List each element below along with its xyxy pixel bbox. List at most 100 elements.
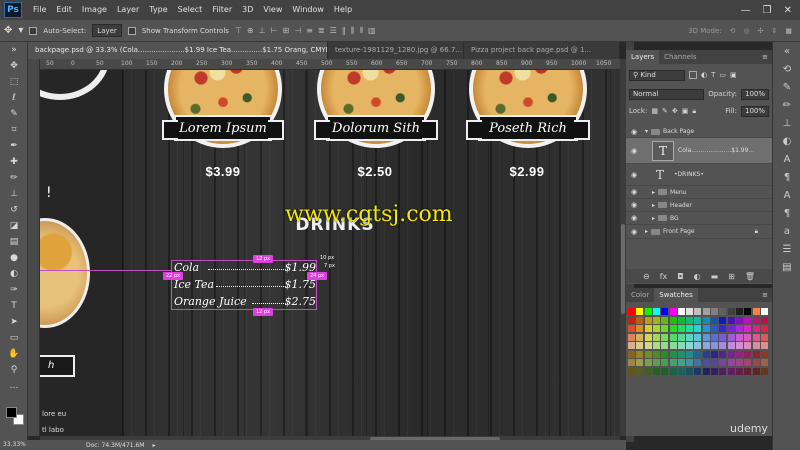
layer-group-header[interactable]: ◉ ▸ Header (626, 199, 772, 212)
color-swatch[interactable] (744, 350, 752, 358)
color-swatch[interactable] (686, 359, 694, 366)
color-swatch[interactable] (677, 342, 685, 349)
minimize-button[interactable]: — (741, 5, 751, 16)
color-swatch[interactable] (752, 342, 760, 349)
color-swatch[interactable] (702, 350, 710, 358)
color-swatch[interactable] (735, 325, 743, 332)
3d-orbit-icon[interactable]: ⟲ (730, 27, 736, 35)
color-swatch[interactable] (694, 325, 702, 332)
color-swatch[interactable] (719, 308, 727, 315)
paragraph-icon[interactable]: ¶ (773, 168, 800, 186)
brush-panel-icon[interactable]: ✎ (773, 78, 800, 96)
color-swatch[interactable] (735, 359, 743, 366)
new-group-icon[interactable]: ▬ (711, 272, 719, 281)
paragraph-styles-icon[interactable]: ¶ (773, 204, 800, 222)
scrollbar-thumb[interactable] (621, 224, 625, 314)
menu-filter[interactable]: Filter (207, 0, 237, 20)
color-swatch[interactable] (752, 350, 760, 358)
color-swatch[interactable] (711, 359, 718, 366)
color-swatch[interactable] (702, 333, 710, 341)
3d-roll-icon[interactable]: ◎ (744, 27, 750, 35)
glyphs-icon[interactable]: a (773, 222, 800, 240)
filter-type-icon[interactable]: T (711, 71, 715, 79)
color-swatch[interactable] (694, 308, 702, 315)
color-swatch[interactable] (652, 342, 660, 349)
color-swatch[interactable] (652, 359, 660, 366)
color-swatch[interactable] (644, 308, 652, 315)
chevron-right-icon[interactable]: ▸ (645, 228, 648, 235)
menu-select[interactable]: Select (173, 0, 208, 20)
color-swatch[interactable] (669, 342, 677, 349)
color-swatch[interactable] (628, 325, 635, 332)
lock-artboard-icon[interactable]: ▣ (682, 107, 689, 115)
distribute-right-icon[interactable]: ⦀ (359, 26, 363, 36)
color-swatch[interactable] (702, 316, 710, 324)
color-swatch[interactable] (711, 342, 718, 349)
color-swatch[interactable] (661, 359, 669, 366)
align-right-icon[interactable]: ⊣ (294, 26, 301, 36)
layer-group-menu[interactable]: ◉ ▸ Menu (626, 186, 772, 199)
add-mask-icon[interactable]: ◘ (677, 272, 683, 281)
link-layers-icon[interactable]: ⊖ (643, 272, 650, 281)
color-swatch[interactable] (636, 350, 644, 358)
libraries-icon[interactable]: ▤ (773, 258, 800, 276)
color-swatch[interactable] (727, 350, 735, 358)
color-swatch[interactable] (677, 333, 685, 341)
character-icon[interactable]: A (773, 150, 800, 168)
color-swatch[interactable] (702, 367, 710, 375)
color-swatch[interactable] (760, 325, 768, 332)
color-swatch[interactable] (719, 325, 727, 332)
color-swatch[interactable] (686, 350, 694, 358)
eyedropper-tool-icon[interactable]: ✒ (0, 138, 28, 154)
clone-source-icon[interactable]: ⊥ (773, 114, 800, 132)
color-swatch[interactable] (719, 359, 727, 366)
kind-filter-dropdown[interactable]: ⚲ Kind (629, 69, 685, 81)
color-swatch[interactable] (661, 367, 669, 375)
color-swatch[interactable] (636, 342, 644, 349)
color-swatch[interactable] (636, 325, 644, 332)
color-swatch[interactable] (677, 350, 685, 358)
eye-icon[interactable]: ◉ (626, 128, 642, 136)
color-swatch[interactable] (644, 342, 652, 349)
color-swatch[interactable] (719, 333, 727, 341)
align-hcenter-icon[interactable]: ⊞ (283, 26, 290, 36)
distribute-center-icon[interactable]: ≣ (318, 26, 325, 36)
menu-view[interactable]: View (258, 0, 287, 20)
color-swatch[interactable] (644, 316, 652, 324)
color-swatch[interactable] (644, 325, 652, 332)
color-swatch[interactable] (744, 308, 752, 315)
color-swatch[interactable] (744, 325, 752, 332)
color-swatch[interactable] (719, 316, 727, 324)
align-vcenter-icon[interactable]: ⊕ (247, 26, 254, 36)
collapse-tools-icon[interactable]: » (0, 42, 28, 58)
lock-pixels-icon[interactable]: ▦ (651, 107, 658, 115)
color-swatch[interactable] (652, 325, 660, 332)
filter-adjust-icon[interactable]: ◐ (701, 71, 707, 79)
menu-edit[interactable]: Edit (51, 0, 77, 20)
dodge-tool-icon[interactable]: ◐ (0, 266, 28, 282)
color-swatch[interactable] (752, 367, 760, 375)
color-swatch[interactable] (686, 308, 694, 315)
properties-icon[interactable]: ☰ (773, 240, 800, 258)
drinks-text-layer[interactable]: Cola $1.99 Ice Tea $1.75 Orange Juice $2.75 (171, 260, 317, 310)
color-swatch[interactable] (711, 325, 718, 332)
color-swatch[interactable] (677, 359, 685, 366)
color-swatch[interactable] (760, 316, 768, 324)
color-swatch[interactable] (694, 350, 702, 358)
color-swatch[interactable] (694, 342, 702, 349)
layer-group-back-page[interactable]: ◉ ▾ Back Page (626, 126, 772, 138)
color-swatch[interactable] (669, 325, 677, 332)
eye-icon[interactable]: ◉ (626, 171, 642, 179)
lock-position-icon[interactable]: ✥ (672, 107, 678, 115)
auto-align-icon[interactable]: ▥ (368, 26, 376, 36)
crop-tool-icon[interactable]: ⌗ (0, 122, 28, 138)
align-bottom-icon[interactable]: ⊥ (259, 26, 266, 36)
distribute-bottom-icon[interactable]: ☰ (330, 26, 337, 36)
color-swatch[interactable] (628, 308, 635, 315)
color-swatch[interactable] (644, 333, 652, 341)
color-swatch[interactable] (644, 367, 652, 375)
color-swatch[interactable] (669, 359, 677, 366)
color-swatch[interactable] (744, 333, 752, 341)
color-swatch[interactable] (652, 333, 660, 341)
color-swatch[interactable] (735, 342, 743, 349)
